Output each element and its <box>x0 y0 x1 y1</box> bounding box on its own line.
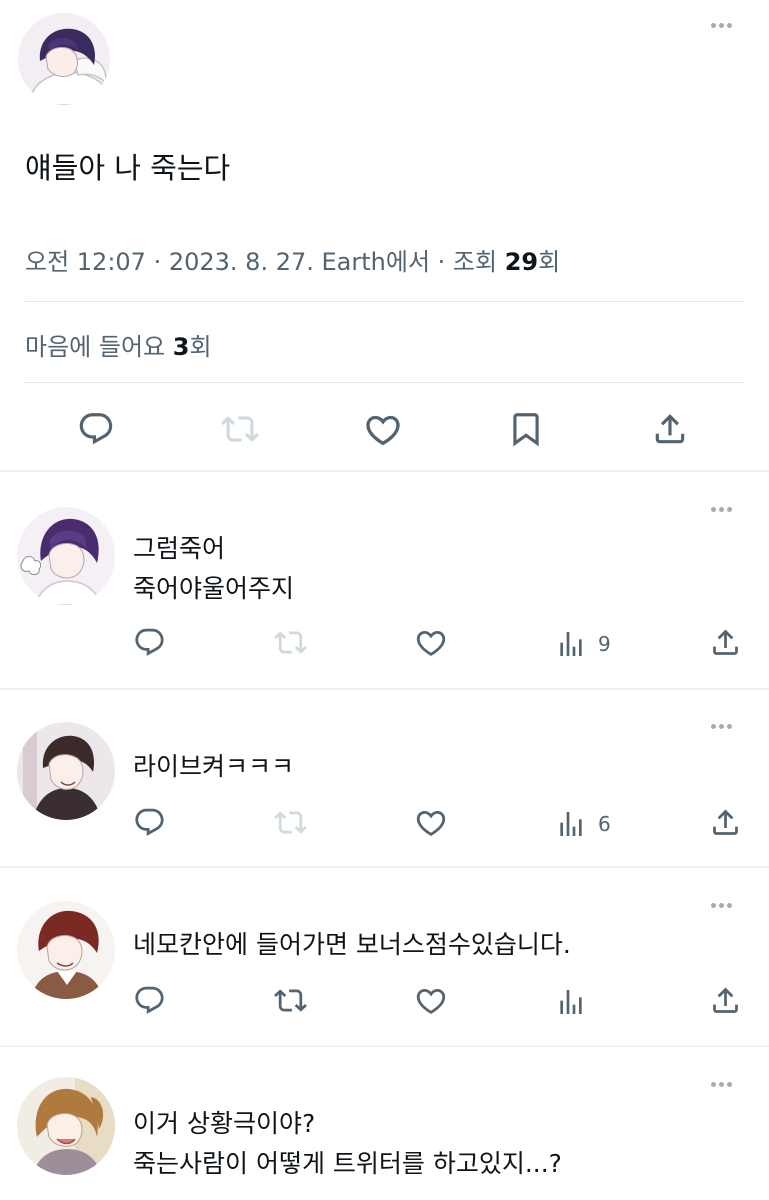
view-count: 9 <box>598 632 611 656</box>
reply-text-line: 라이브켜ㅋㅋㅋ <box>133 752 295 781</box>
views-icon[interactable] <box>555 808 587 840</box>
views-icon[interactable] <box>555 628 587 660</box>
section-divider <box>0 470 769 472</box>
reply-text-line: 그럼죽어 <box>133 534 226 563</box>
reply-avatar[interactable] <box>17 901 115 999</box>
reply-icon[interactable] <box>133 984 166 1017</box>
retweet-icon <box>274 806 307 839</box>
reply-text-line: 죽어야울어주지 <box>133 574 295 603</box>
like-icon[interactable] <box>363 410 403 450</box>
view-count: 29 <box>504 248 539 276</box>
retweet-icon[interactable] <box>274 984 307 1017</box>
section-divider <box>0 688 769 690</box>
share-icon[interactable] <box>709 984 742 1017</box>
reply-text-line: 죽는사람이 어떻게 트위터를 하고있지...? <box>133 1149 562 1178</box>
like-icon[interactable] <box>414 984 448 1018</box>
reply-avatar[interactable] <box>17 1077 115 1175</box>
share-icon[interactable] <box>709 806 742 839</box>
reply-text-line: 이거 상황극이야? <box>133 1109 316 1138</box>
bookmark-icon[interactable] <box>507 410 545 448</box>
reply-avatar[interactable] <box>17 722 115 820</box>
like-icon[interactable] <box>414 806 448 840</box>
more-icon[interactable] <box>711 1082 732 1087</box>
tweet-meta-prefix: 오전 12:07 · 2023. 8. 27. Earth에서 · 조회 <box>25 248 505 276</box>
view-count: 6 <box>598 812 611 836</box>
more-icon[interactable] <box>711 903 732 908</box>
likes-row[interactable]: 마음에 들어요 3회 <box>25 327 212 362</box>
section-divider <box>0 866 769 868</box>
more-icon[interactable] <box>711 724 732 729</box>
likes-suffix: 회 <box>189 333 212 361</box>
tweet-meta: 오전 12:07 · 2023. 8. 27. Earth에서 · 조회 29회 <box>25 242 560 277</box>
like-icon[interactable] <box>414 626 448 660</box>
tweet-meta-suffix: 회 <box>538 248 561 276</box>
reply-icon[interactable] <box>133 626 166 659</box>
more-icon[interactable] <box>711 507 732 512</box>
retweet-icon <box>221 410 259 448</box>
divider <box>25 382 745 383</box>
reply-avatar[interactable] <box>17 507 115 605</box>
likes-prefix: 마음에 들어요 <box>25 333 173 361</box>
like-count: 3 <box>172 333 190 361</box>
views-icon[interactable] <box>555 986 587 1018</box>
more-icon[interactable] <box>711 23 732 28</box>
author-avatar[interactable] <box>18 13 110 105</box>
reply-icon[interactable] <box>77 410 115 448</box>
divider <box>25 301 745 302</box>
tweet-text: 얘들아 나 죽는다 <box>25 151 231 185</box>
section-divider <box>0 1045 769 1047</box>
reply-text-line: 네모칸안에 들어가면 보너스점수있습니다. <box>133 930 571 959</box>
reply-icon[interactable] <box>133 806 166 839</box>
share-icon[interactable] <box>651 410 689 448</box>
share-icon[interactable] <box>709 626 742 659</box>
retweet-icon <box>274 626 307 659</box>
